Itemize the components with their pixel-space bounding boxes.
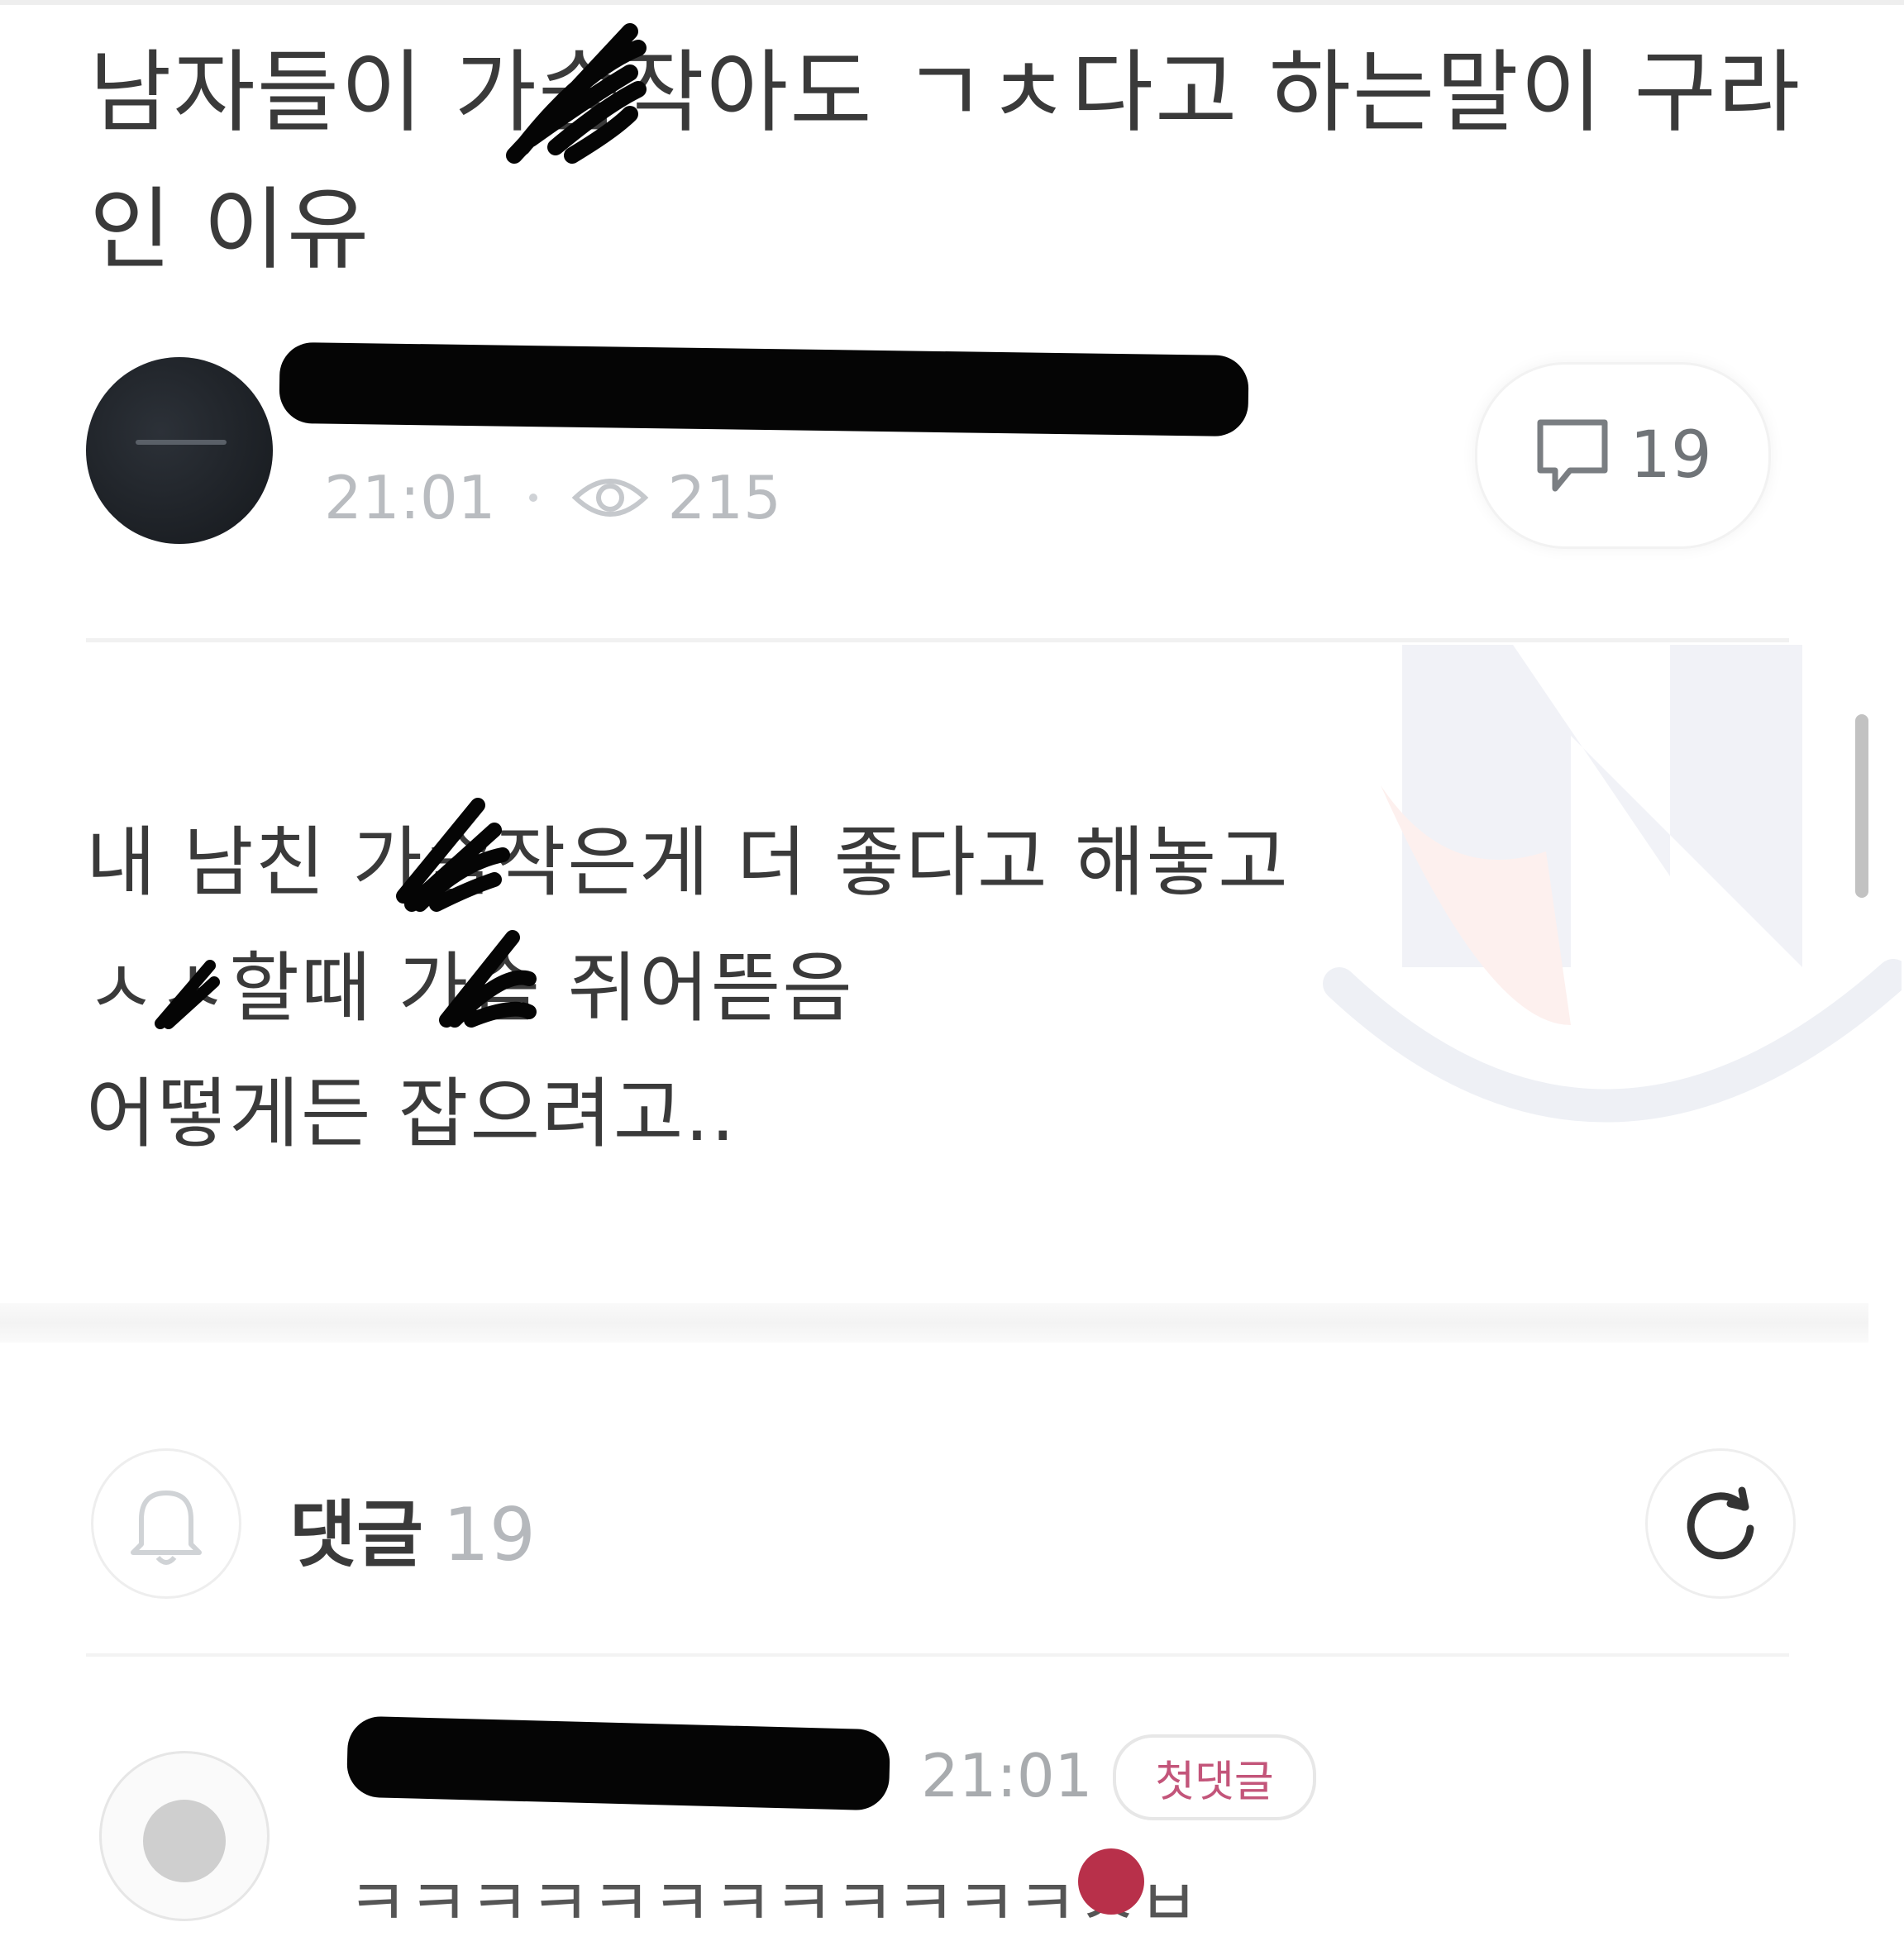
post-body-line: ㅅㅅ할때 가슴 쥐어뜯음 xyxy=(86,944,854,1033)
comments-count: 19 xyxy=(442,1492,536,1577)
top-border xyxy=(0,0,1904,5)
comments-label: 댓글 xyxy=(289,1492,423,1577)
post-time: 21:01 xyxy=(324,463,496,532)
comment-bubble-icon xyxy=(1537,419,1608,492)
bell-icon xyxy=(131,1491,202,1565)
notification-button[interactable] xyxy=(91,1448,241,1599)
avatar-decoration xyxy=(136,440,227,445)
post-body-line: 어떻게든 잡으려고.. xyxy=(86,1070,737,1158)
meta-separator xyxy=(528,494,537,502)
comments-divider xyxy=(86,1653,1789,1657)
author-avatar[interactable] xyxy=(86,357,273,544)
first-comment-badge-label: 첫댓글 xyxy=(1155,1757,1274,1807)
commenter-name-redaction xyxy=(346,1715,891,1811)
body-redaction-scribble xyxy=(155,960,220,1029)
title-redaction-scribble xyxy=(506,23,647,164)
comment-text: ㅋㅋㅋㅋㅋㅋㅋㅋㅋㅋㅋㅋㅅㅂ xyxy=(347,1865,1200,1942)
refresh-icon xyxy=(1687,1486,1754,1560)
post-body: 내 남친 가슴작은게 더 좋다고 해놓고 ㅅㅅ할때 가슴 쥐어뜯음 어떻게든 잡… xyxy=(86,800,1491,1177)
emoji-icon xyxy=(1078,1848,1144,1915)
body-redaction-scribble xyxy=(439,930,537,1028)
comment-count-button[interactable]: 19 xyxy=(1475,362,1771,549)
eye-icon xyxy=(571,479,648,517)
view-count: 215 xyxy=(667,463,781,532)
first-comment-badge: 첫댓글 xyxy=(1113,1734,1316,1820)
comments-heading: 댓글 19 xyxy=(289,1476,536,1581)
body-redaction-scribble xyxy=(396,798,510,912)
section-divider xyxy=(0,1303,1868,1343)
commenter-avatar[interactable] xyxy=(99,1751,270,1921)
post-body-line: 내 남친 가슴작은게 더 좋다고 해놓고 xyxy=(86,818,1290,907)
comment-time: 21:01 xyxy=(921,1741,1093,1810)
post-meta: 21:01 215 xyxy=(324,463,781,532)
commenter-avatar-image xyxy=(143,1800,226,1882)
scrollbar-thumb[interactable] xyxy=(1855,714,1868,898)
refresh-button[interactable] xyxy=(1645,1448,1796,1599)
comment-count: 19 xyxy=(1630,418,1712,493)
author-name-redaction xyxy=(279,341,1249,437)
post-title: 남자들이 가슴작아도 ㄱㅊ다고 하는말이 구라인 이유 xyxy=(89,41,1802,282)
